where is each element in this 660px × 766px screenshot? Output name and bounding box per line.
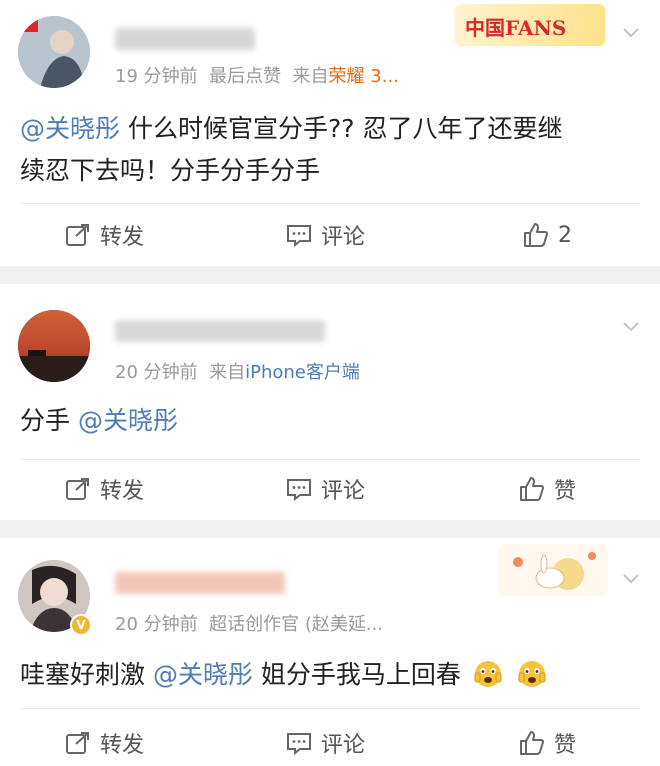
source-prefix: 来自 [292,66,329,87]
post-content: 哇塞好刺激 @关晓彤 姐分手我马上回春 [20,654,640,696]
comment-button[interactable]: 评论 [285,474,365,504]
content-line-1: 什么时候官宣分手?? 忍了八年了还要继 [120,114,563,143]
thumbs-up-icon [520,477,544,501]
mention-link[interactable]: @关晓彤 [20,114,120,143]
repost-label: 转发 [100,733,145,758]
comment-button[interactable]: 评论 [285,220,365,250]
post-meta: 19 分钟前 最后点赞 来自荣耀 3... [115,62,399,88]
content-text: 分手 [20,406,78,435]
post-source[interactable]: iPhone客户端 [245,362,360,383]
like-count: 2 [558,222,572,248]
username-blurred[interactable] [115,28,255,50]
comment-icon [287,733,311,756]
creator-role: 超话创作官 [209,614,300,635]
post-card-1: 19 分钟前 最后点赞 来自荣耀 3... 中国FANS @关晓彤 什么时候官宣… [0,0,660,266]
post-content: 分手 @关晓彤 [20,400,640,442]
like-label: 赞 [554,733,577,758]
repost-label: 转发 [100,225,145,250]
like-button[interactable]: 赞 [518,474,576,504]
comment-label: 评论 [321,479,366,504]
post-source[interactable]: 荣耀 3... [329,66,399,87]
username-blurred[interactable] [115,320,325,342]
post-time: 20 分钟前 [115,614,198,635]
verified-badge-icon: V [70,614,92,636]
content-line-2: 续忍下去吗！分手分手分手 [20,156,321,185]
fearful-emoji-icon [518,661,546,687]
content-text-post: 姐分手我马上回春 [252,660,461,689]
rabbit-moon-icon [513,552,596,590]
post-card-2: 20 分钟前 来自iPhone客户端 分手 @关晓彤 转发 评论 赞 [0,284,660,520]
repost-icon [66,732,89,754]
source-prefix: 来自 [209,362,246,383]
post-meta: 20 分钟前 来自iPhone客户端 [115,358,360,384]
divider [20,203,640,204]
post-card-3: V 20 分钟前 超话创作官 (赵美延... 哇塞好刺激 @关晓彤 姐分手我马上… [0,538,660,766]
thumbs-up-icon [524,223,548,247]
thumbs-up-icon [520,731,544,755]
chevron-down-icon[interactable] [620,316,642,338]
repost-button[interactable]: 转发 [64,474,144,504]
post-time: 20 分钟前 [115,362,198,383]
user-avatar[interactable] [18,310,90,382]
post-time: 19 分钟前 [115,66,198,87]
avatar-image [18,310,90,382]
chevron-down-icon[interactable] [620,22,642,44]
divider [20,459,640,460]
avatar-image [18,16,90,88]
comment-icon [287,479,311,502]
repost-icon [66,478,89,500]
rabbit-badge [498,544,608,596]
creator-extra: (赵美延... [304,614,384,635]
like-button[interactable]: 2 [522,220,572,250]
divider [20,708,640,709]
repost-button[interactable]: 转发 [64,220,144,250]
post-content: @关晓彤 什么时候官宣分手?? 忍了八年了还要继 续忍下去吗！分手分手分手 [20,108,640,192]
mention-link[interactable]: @关晓彤 [153,660,253,689]
comment-button[interactable]: 评论 [285,728,365,758]
post-meta: 20 分钟前 超话创作官 (赵美延... [115,610,383,636]
repost-button[interactable]: 转发 [64,728,144,758]
user-avatar[interactable] [18,16,90,88]
repost-label: 转发 [100,479,145,504]
comment-icon [287,225,311,248]
like-button[interactable]: 赞 [518,728,576,758]
last-like-label: 最后点赞 [209,66,282,87]
mention-link[interactable]: @关晓彤 [78,406,178,435]
comment-label: 评论 [321,225,366,250]
comment-label: 评论 [321,733,366,758]
username-blurred[interactable] [115,572,285,594]
fans-badge-text: 中国FANS [465,16,567,40]
fans-badge: 中国FANS [455,4,605,46]
chevron-down-icon[interactable] [620,568,642,590]
fearful-emoji-icon [474,661,502,687]
repost-icon [66,224,89,246]
like-label: 赞 [554,479,577,504]
content-text-pre: 哇塞好刺激 [20,660,153,689]
